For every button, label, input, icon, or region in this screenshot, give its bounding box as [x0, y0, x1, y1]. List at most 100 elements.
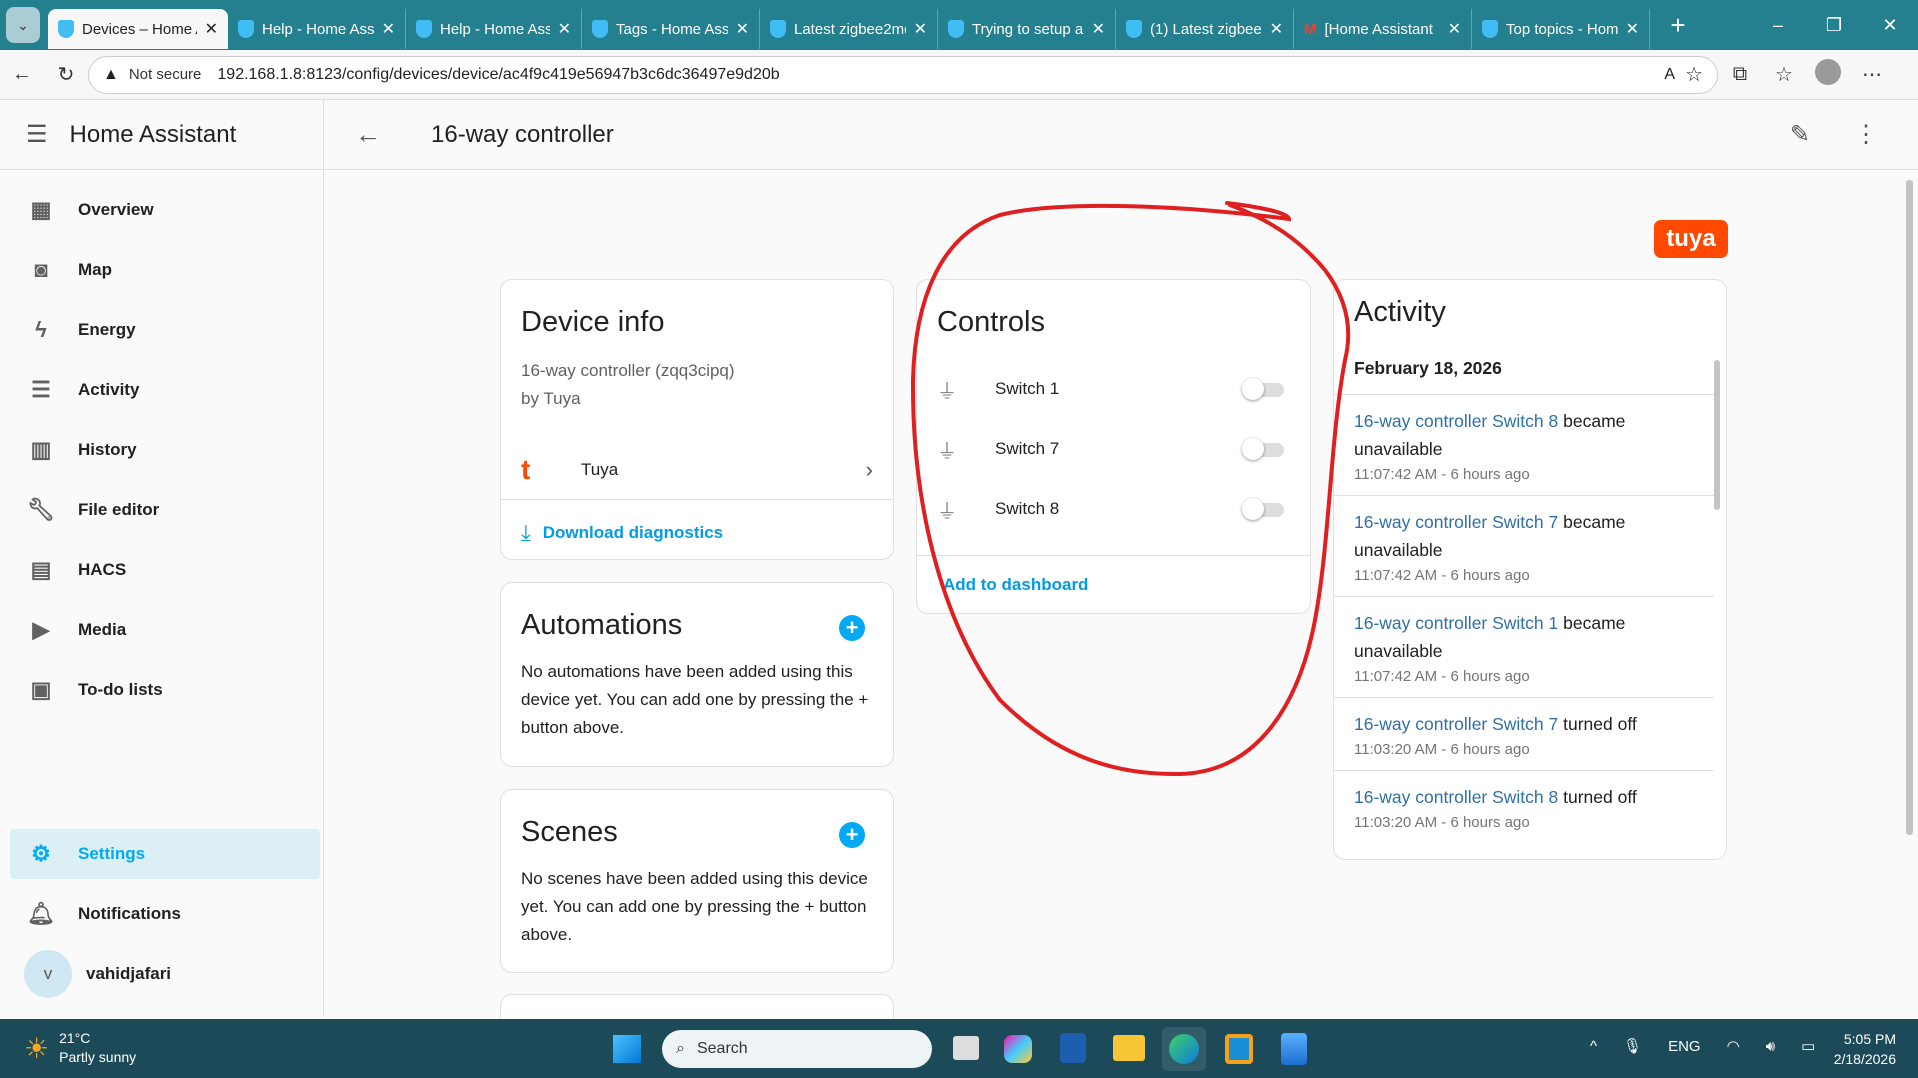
language-indicator[interactable]: ENG [1668, 1038, 1701, 1055]
close-tab-icon[interactable]: ✕ [558, 19, 571, 39]
more-menu-icon[interactable]: ⋯ [1850, 62, 1894, 87]
integration-row[interactable]: t Tuya › [501, 440, 893, 500]
menu-icon[interactable]: ☰ [26, 120, 48, 149]
sidebar-item-map[interactable]: ◙ Map [10, 245, 320, 295]
home-assistant-icon [1126, 20, 1142, 38]
profile-icon[interactable] [1806, 58, 1850, 91]
add-to-dashboard-button[interactable]: Add to dashboard [943, 575, 1088, 595]
sidebar-item-energy[interactable]: ϟ Energy [10, 305, 320, 355]
wifi-icon[interactable]: ◠ [1727, 1037, 1740, 1055]
close-tab-icon[interactable]: ✕ [1448, 19, 1461, 39]
home-assistant-icon [416, 20, 432, 38]
browser-tab[interactable]: Tags - Home Assistant ✕ [582, 9, 760, 49]
chevron-up-icon[interactable]: ^ [1590, 1038, 1597, 1055]
entity-link[interactable]: 16-way controller Switch 7 [1354, 512, 1558, 532]
sidebar-item-file-editor[interactable]: 🔧︎ File editor [10, 485, 320, 535]
restore-icon[interactable]: ❐ [1806, 15, 1862, 36]
back-icon[interactable]: ← [0, 63, 44, 86]
sidebar-item-settings[interactable]: ⚙ Settings [10, 829, 320, 879]
close-window-icon[interactable]: ✕ [1862, 15, 1918, 36]
sidebar-item-notifications[interactable]: 🔔︎ Notifications [10, 889, 320, 939]
photos-icon[interactable] [1281, 1033, 1307, 1065]
store-icon[interactable] [1060, 1033, 1086, 1063]
microphone-icon[interactable]: 🎙︎ [1623, 1037, 1642, 1055]
close-tab-icon[interactable]: ✕ [382, 19, 395, 39]
sidebar-item-todo[interactable]: ▣ To-do lists [10, 665, 320, 715]
file-explorer-icon[interactable] [1113, 1035, 1145, 1061]
page-title: 16-way controller [431, 120, 614, 148]
sidebar-item-label: Energy [78, 320, 136, 339]
copilot-icon[interactable] [1004, 1035, 1032, 1063]
entity-link[interactable]: 16-way controller Switch 8 [1354, 787, 1558, 807]
add-automation-button[interactable]: + [839, 615, 865, 641]
activity-entry: 16-way controller Switch 7 turned off 11:… [1334, 697, 1714, 762]
clipboard-icon: ▣ [30, 677, 52, 702]
activity-scrollbar[interactable] [1714, 360, 1720, 510]
edge-icon[interactable] [1162, 1027, 1206, 1071]
browser-tab[interactable]: M [Home Assistant ✕ [1294, 9, 1472, 49]
favorites-icon[interactable]: ☆ [1762, 62, 1806, 87]
close-tab-icon[interactable]: ✕ [1626, 19, 1639, 39]
plug-icon: ⏚ [937, 380, 957, 403]
chart-icon: ▥ [30, 437, 52, 462]
device-manufacturer: by Tuya [521, 389, 581, 408]
sidebar-item-history[interactable]: ▥ History [10, 425, 320, 475]
clock[interactable]: 5:05 PM 2/18/2026 [1834, 1029, 1896, 1069]
sidebar-item-media[interactable]: ▶ Media [10, 605, 320, 655]
taskbar-search[interactable]: ⌕ Search [662, 1030, 932, 1068]
download-diagnostics-button[interactable]: ⤓ Download diagnostics [521, 520, 723, 546]
browser-tab[interactable]: Help - Home Assistant ✕ [406, 9, 582, 49]
url-text[interactable]: 192.168.1.8:8123/config/devices/device/a… [217, 66, 779, 84]
new-tab-button[interactable]: + [1650, 10, 1706, 41]
switch-row[interactable]: ⏚ Switch 8 [937, 489, 1290, 529]
task-view-icon[interactable] [953, 1036, 979, 1060]
tab-title: Latest zigbee2mqtt [794, 20, 906, 38]
close-tab-icon[interactable]: ✕ [1092, 19, 1105, 39]
switch-row[interactable]: ⏚ Switch 1 [937, 369, 1290, 409]
automations-empty-text: No automations have been added using thi… [521, 662, 869, 737]
read-aloud-icon[interactable]: A [1664, 66, 1675, 84]
tab-list-button[interactable]: ⌄ [6, 7, 40, 43]
close-tab-icon[interactable]: ✕ [914, 19, 927, 39]
security-label[interactable]: Not secure [129, 66, 202, 83]
browser-tab[interactable]: Devices – Home Assistant ✕ [48, 9, 228, 49]
entity-link[interactable]: 16-way controller Switch 1 [1354, 613, 1558, 633]
extensions-icon[interactable]: ⧉ [1718, 63, 1762, 86]
sidebar-item-user[interactable]: v vahidjafari [10, 949, 320, 999]
switch-toggle[interactable] [1242, 438, 1286, 460]
browser-tab[interactable]: Help - Home Assistant ✕ [228, 9, 406, 49]
start-button[interactable] [613, 1035, 641, 1063]
page-scrollbar[interactable] [1906, 180, 1913, 835]
close-tab-icon[interactable]: ✕ [1270, 19, 1283, 39]
close-tab-icon[interactable]: ✕ [736, 19, 749, 39]
browser-tab[interactable]: (1) Latest zigbee ✕ [1116, 9, 1294, 49]
overflow-menu-icon[interactable]: ⋮ [1854, 120, 1878, 149]
back-arrow-icon[interactable]: ← [355, 119, 381, 150]
browser-tab[interactable]: Latest zigbee2mqtt ✕ [760, 9, 938, 49]
switch-toggle[interactable] [1242, 378, 1286, 400]
browser-tab[interactable]: Top topics - Home ✕ [1472, 9, 1650, 49]
switch-label: Switch 1 [995, 379, 1060, 398]
refresh-icon[interactable]: ↻ [44, 62, 88, 87]
sidebar-item-overview[interactable]: ▦ Overview [10, 185, 320, 235]
add-scene-button[interactable]: + [839, 822, 865, 848]
switch-toggle[interactable] [1242, 498, 1286, 520]
entity-link[interactable]: 16-way controller Switch 7 [1354, 714, 1558, 734]
lightning-icon: ϟ [35, 317, 47, 342]
edit-pencil-icon[interactable]: ✎ [1790, 120, 1810, 149]
address-bar[interactable]: ▲ Not secure 192.168.1.8:8123/config/dev… [88, 55, 1718, 94]
activity-time: 11:07:42 AM - 6 hours ago [1354, 466, 1530, 483]
weather-widget[interactable]: ☀ 21°C Partly sunny [24, 1029, 136, 1067]
volume-icon[interactable]: 🔊︎ [1766, 1038, 1775, 1055]
close-tab-icon[interactable]: ✕ [205, 19, 218, 39]
card-title: Automations [521, 609, 683, 641]
app-icon-orange[interactable] [1225, 1034, 1253, 1064]
entity-link[interactable]: 16-way controller Switch 8 [1354, 411, 1558, 431]
battery-icon[interactable]: ▭ [1801, 1037, 1815, 1055]
favorite-star-icon[interactable]: ☆ [1685, 62, 1703, 87]
sidebar-item-hacs[interactable]: ▤ HACS [10, 545, 320, 595]
browser-tab[interactable]: Trying to setup a ✕ [938, 9, 1116, 49]
switch-row[interactable]: ⏚ Switch 7 [937, 429, 1290, 469]
minimize-icon[interactable]: – [1750, 15, 1806, 36]
sidebar-item-activity[interactable]: ☰ Activity [10, 365, 320, 415]
